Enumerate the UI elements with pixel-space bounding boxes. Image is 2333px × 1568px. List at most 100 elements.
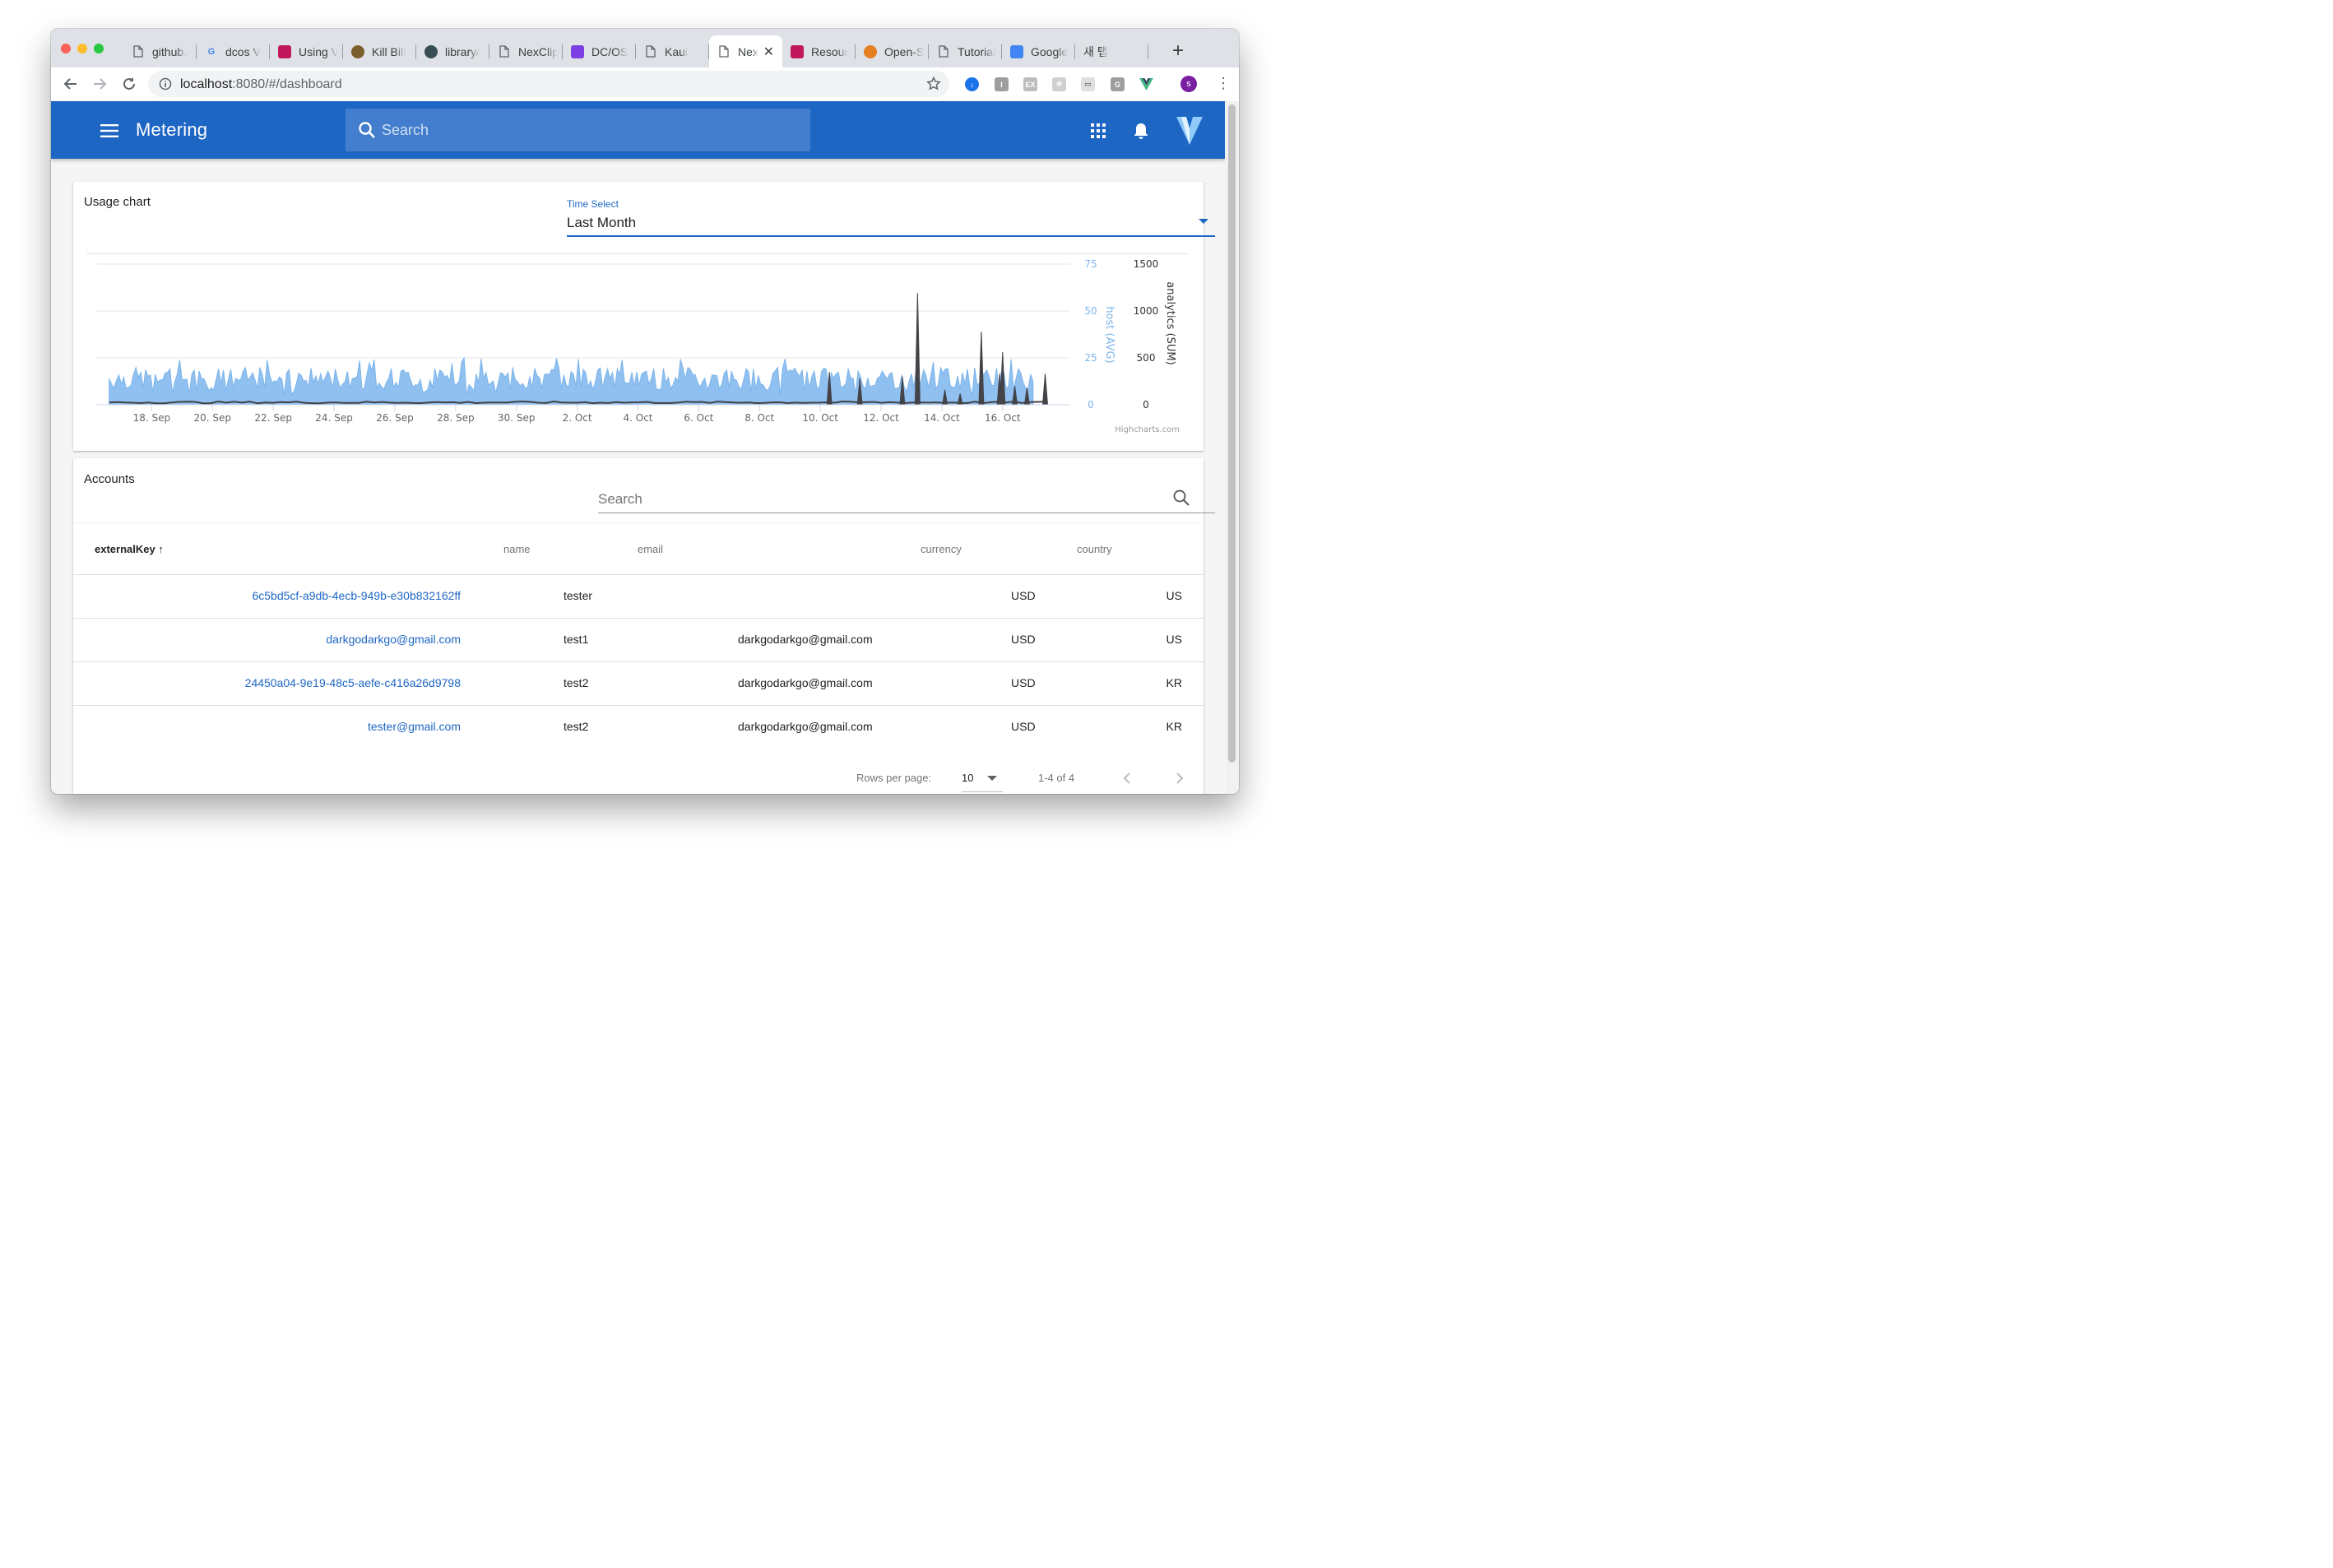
- external-key-link[interactable]: tester@gmail.com: [368, 720, 461, 733]
- menu-icon[interactable]: [100, 124, 118, 137]
- column-header-email[interactable]: email: [638, 543, 663, 555]
- minimize-window-button[interactable]: [77, 44, 87, 53]
- sort-ascending-icon[interactable]: ↑: [158, 543, 164, 555]
- x-tick-label: 4. Oct: [623, 412, 652, 424]
- browser-tab[interactable]: Nex ✕: [709, 35, 782, 67]
- browser-tab[interactable]: Open-S: [856, 35, 929, 67]
- x-tick-label: 22. Sep: [254, 412, 292, 424]
- g-extension-icon[interactable]: G: [1111, 77, 1125, 91]
- table-row[interactable]: 24450a04-9e19-48c5-aefe-c416a26d9798 test…: [73, 661, 1204, 706]
- account-country: KR: [1166, 720, 1182, 733]
- url-path: :8080/#/dashboard: [232, 77, 342, 91]
- profile-avatar[interactable]: s: [1180, 76, 1197, 92]
- time-select-underline: [567, 235, 1215, 237]
- column-header-externalkey-label: externalKey: [95, 543, 155, 555]
- window-extension-icon[interactable]: ▭: [1081, 77, 1095, 91]
- browser-tab[interactable]: Tutorial: [929, 35, 1002, 67]
- scrollbar-thumb[interactable]: [1228, 104, 1236, 763]
- time-select-label: Time Select: [567, 198, 619, 210]
- tab-title: Open-S: [884, 44, 924, 58]
- vuetify-logo-icon[interactable]: [1176, 117, 1203, 145]
- browser-tab[interactable]: NexClip: [489, 35, 563, 67]
- account-currency: USD: [1011, 676, 1036, 689]
- doc-icon: [644, 45, 657, 58]
- browser-tab[interactable]: DC/OS: [563, 35, 636, 67]
- zoom-window-button[interactable]: [94, 44, 104, 53]
- ex-extension-icon[interactable]: EX: [1023, 77, 1037, 91]
- reload-button[interactable]: [119, 74, 139, 94]
- external-key-link[interactable]: 6c5bd5cf-a9db-4ecb-949b-e30b832162ff: [252, 589, 461, 602]
- column-header-country[interactable]: country: [1077, 543, 1112, 555]
- instapaper-extension-icon[interactable]: I: [995, 77, 1009, 91]
- x-tick-label: 6. Oct: [684, 412, 713, 424]
- new-tab-button[interactable]: +: [1172, 41, 1184, 61]
- dropdown-arrow-icon[interactable]: [987, 776, 997, 781]
- globe-icon: [864, 44, 877, 58]
- tab-title: github.: [152, 44, 188, 58]
- search-icon[interactable]: [1172, 489, 1190, 507]
- bell-icon[interactable]: [1133, 122, 1149, 140]
- browser-menu-icon[interactable]: ⋮: [1216, 76, 1231, 90]
- browser-tab[interactable]: Google: [1002, 35, 1075, 67]
- doc-icon: [937, 45, 950, 58]
- rows-per-page-label: Rows per page:: [856, 772, 932, 784]
- table-row[interactable]: darkgodarkgo@gmail.com test1 darkgodarkgo@…: [73, 618, 1204, 662]
- table-row[interactable]: tester@gmail.com test2 darkgodarkgo@gmail.…: [73, 705, 1204, 749]
- external-key-link[interactable]: darkgodarkgo@gmail.com: [326, 633, 461, 646]
- page-scrollbar[interactable]: [1225, 101, 1239, 794]
- forward-button[interactable]: [90, 74, 109, 94]
- back-button[interactable]: [61, 74, 81, 94]
- column-header-externalkey[interactable]: externalKey ↑: [95, 543, 164, 555]
- browser-tab[interactable]: Gdcos V: [197, 35, 270, 67]
- tab-strip: github. Gdcos V Using V Kill Bill library/Ne…: [51, 29, 1239, 67]
- killbill-icon: [351, 44, 364, 58]
- doc-icon: [132, 45, 145, 58]
- info-icon: [159, 77, 172, 90]
- app-title: Metering: [136, 119, 208, 140]
- table-row[interactable]: 6c5bd5cf-a9db-4ecb-949b-e30b832162ff test…: [73, 574, 1204, 619]
- react-extension-icon[interactable]: ⚛: [1052, 77, 1066, 91]
- doc-icon: [717, 45, 731, 58]
- y-axis-host-title: host (AVG): [1103, 306, 1115, 363]
- x-tick-label: 28. Sep: [437, 412, 475, 424]
- tab-title: Google: [1031, 44, 1069, 58]
- close-window-button[interactable]: [61, 44, 71, 53]
- app-search-field[interactable]: Search: [346, 109, 810, 151]
- account-country: US: [1166, 589, 1182, 602]
- tab-title: Kill Bill: [372, 44, 406, 58]
- y-axis-analytics-tick-label: 1500: [1134, 258, 1159, 270]
- reload-icon: [123, 77, 135, 90]
- analytics-spike-point: [914, 293, 921, 406]
- address-bar[interactable]: localhost:8080/#/dashboard: [148, 71, 949, 97]
- browser-tab[interactable]: 새 탭: [1075, 35, 1148, 67]
- download-extension-icon[interactable]: ↓: [965, 77, 979, 91]
- account-currency: USD: [1011, 633, 1036, 646]
- browser-tab[interactable]: Kill Bill: [343, 35, 416, 67]
- browser-tab[interactable]: Kaui: [636, 35, 709, 67]
- browser-tab[interactable]: Resour: [782, 35, 856, 67]
- x-tick-label: 10. Oct: [802, 412, 838, 424]
- dropdown-arrow-icon[interactable]: [1199, 219, 1208, 224]
- chevron-right-icon[interactable]: [1175, 772, 1185, 785]
- x-tick-label: 8. Oct: [744, 412, 774, 424]
- external-key-link[interactable]: 24450a04-9e19-48c5-aefe-c416a26d9798: [245, 676, 461, 689]
- star-icon[interactable]: [926, 77, 941, 91]
- close-tab-icon[interactable]: ✕: [763, 44, 774, 60]
- vue-extension-icon[interactable]: [1139, 77, 1153, 91]
- browser-tab[interactable]: Using V: [270, 35, 343, 67]
- host-avg-series-area: [109, 356, 1034, 406]
- docker-icon: [424, 44, 438, 58]
- analytics-spike-point: [1041, 373, 1049, 406]
- tab-title: NexClip: [518, 44, 558, 58]
- tab-title: 새 탭: [1083, 44, 1108, 58]
- search-icon: [359, 122, 375, 138]
- browser-tab[interactable]: library/: [416, 35, 489, 67]
- browser-toolbar: localhost:8080/#/dashboard ↓ I EX ⚛ ▭ G …: [51, 67, 1239, 102]
- x-tick-label: 2. Oct: [563, 412, 592, 424]
- apps-grid-icon[interactable]: [1091, 123, 1106, 138]
- column-header-currency[interactable]: currency: [921, 543, 962, 555]
- browser-tab[interactable]: github.: [123, 35, 197, 67]
- tab-title: DC/OS: [591, 44, 628, 58]
- column-header-name[interactable]: name: [503, 543, 531, 555]
- chevron-left-icon[interactable]: [1122, 772, 1132, 785]
